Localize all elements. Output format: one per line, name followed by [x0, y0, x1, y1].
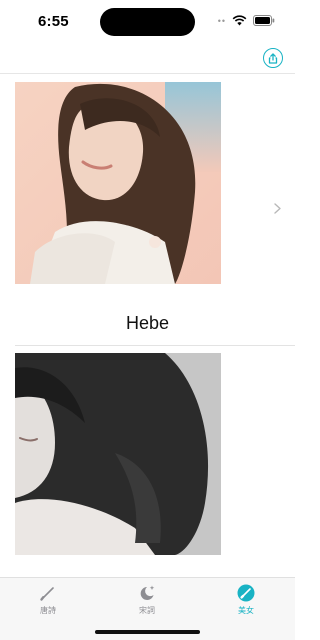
signal-dots-icon: ••: [217, 15, 226, 26]
moon-star-icon: [140, 585, 155, 600]
photo-portrait-2: [15, 353, 221, 555]
tab-tang-poems[interactable]: 唐詩: [18, 584, 78, 616]
status-icons: ••: [218, 15, 275, 26]
item-caption: Hebe: [125, 313, 170, 333]
tab-song-ci[interactable]: 宋詞: [117, 584, 177, 616]
list-item[interactable]: [0, 346, 295, 577]
pencil-icon: [40, 587, 54, 601]
status-time: 6:55: [38, 13, 69, 30]
brush-circle-icon: [237, 584, 255, 602]
list-item[interactable]: Hebe: [0, 75, 295, 346]
dynamic-island: [100, 8, 195, 36]
status-bar: 6:55 ••: [0, 0, 295, 44]
tab-label: 宋詞: [139, 606, 155, 615]
wifi-icon: [232, 15, 247, 26]
tab-beauty[interactable]: 美女: [216, 584, 276, 616]
tab-label: 唐詩: [40, 606, 56, 615]
navigation-bar: [0, 44, 295, 74]
home-indicator: [95, 630, 200, 634]
tab-bar: 唐詩 宋詞 美女: [0, 577, 295, 640]
photo-feed[interactable]: Hebe: [0, 75, 295, 577]
share-icon: [268, 52, 278, 64]
share-button[interactable]: [263, 48, 283, 68]
battery-icon: [253, 15, 275, 26]
tab-label: 美女: [238, 606, 254, 615]
chevron-right-icon[interactable]: [274, 201, 281, 219]
photo-portrait-1: [15, 82, 221, 284]
